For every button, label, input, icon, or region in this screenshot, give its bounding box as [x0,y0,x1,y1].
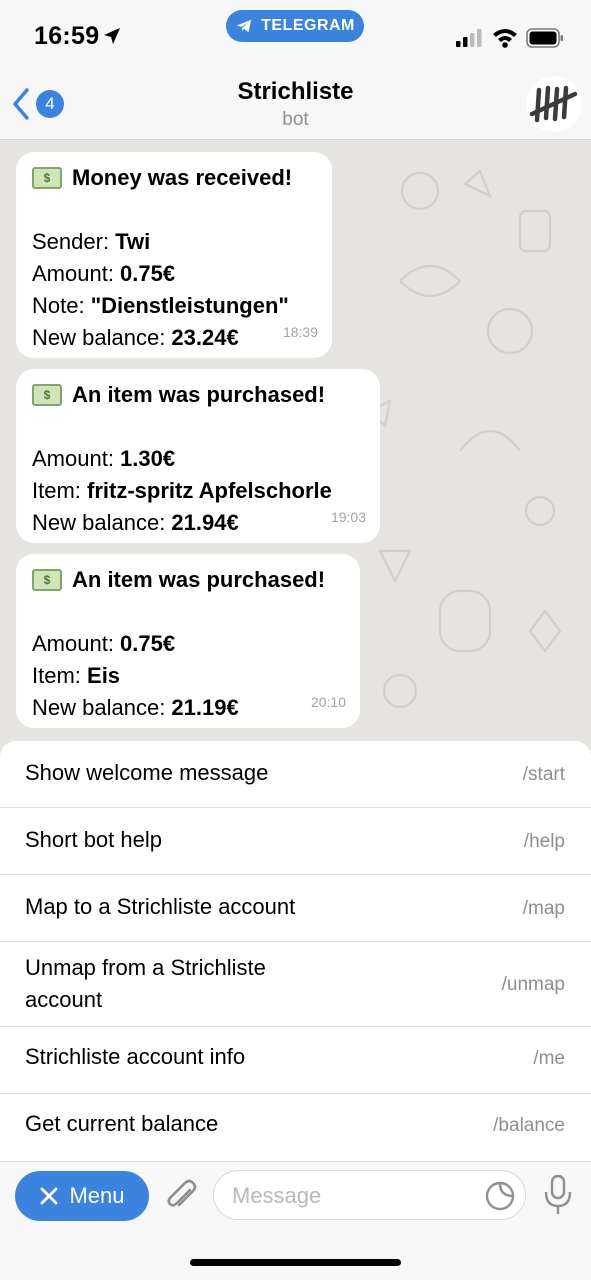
command-description: Get current balance [25,1111,219,1136]
command-name: /unmap [501,974,565,995]
signal-icon [456,29,482,47]
microphone-icon[interactable] [542,1174,574,1216]
message-input[interactable] [232,1181,472,1211]
command-item-unmap[interactable]: Unmap from a Strichliste account /unmap [0,942,591,1027]
message-line: New balance: 21.94€ [32,507,364,539]
command-name: /start [522,764,565,785]
line-label: New balance: [32,510,172,535]
line-value: 23.24€ [171,325,239,350]
line-label: Sender: [32,229,116,254]
line-label: Amount: [32,631,121,656]
line-value: 21.94€ [171,510,239,535]
message-heading: An item was purchased! [72,567,326,592]
line-value: fritz-spritz Apfelschorle [87,478,332,503]
message-line: New balance: 23.24€ [32,322,316,354]
message-line: Note: "Dienstleistungen" [32,290,316,322]
money-icon: $ [32,167,62,189]
location-arrow-icon [104,28,120,44]
menu-button[interactable]: Menu [15,1171,149,1221]
command-item-me[interactable]: Strichliste account info /me [0,1027,591,1094]
bot-command-menu: Show welcome message /start Short bot he… [0,741,591,1161]
line-value: "Dienstleistungen" [90,293,289,318]
telegram-pill[interactable]: TELEGRAM [226,10,364,42]
line-label: Item: [32,478,88,503]
command-item-start[interactable]: Show welcome message /start [0,741,591,808]
message-time: 18:39 [282,324,318,340]
line-label: Item: [32,663,88,688]
chat-subtitle: bot [282,109,309,130]
chat-title[interactable]: Strichliste [0,78,591,106]
telegram-pill-label: TELEGRAM [261,17,355,34]
battery-icon [526,28,563,48]
status-time: 16:59 [34,22,100,50]
command-description: Short bot help [25,827,162,852]
command-name: /balance [493,1115,565,1136]
message-bubble[interactable]: $ An item was purchased! Amount: 1.30€ It… [16,369,380,543]
command-item-balance[interactable]: Get current balance /balance [0,1094,591,1161]
line-label: New balance: [32,695,172,720]
message-bubble[interactable]: $ Money was received! Sender: Twi Amount:… [16,152,332,358]
message-heading: An item was purchased! [72,382,326,407]
tally-marks-avatar [529,85,578,123]
line-label: Note: [32,293,91,318]
background-pattern [368,169,562,709]
avatar[interactable] [526,76,582,132]
close-icon [41,1187,58,1205]
message-time: 20:10 [310,694,346,710]
command-name: /me [533,1048,565,1069]
message-line: Item: fritz-spritz Apfelschorle [32,475,364,507]
chat-header: 4 Strichliste bot [0,66,591,140]
line-label: Amount: [32,261,121,286]
line-value: 0.75€ [120,261,176,286]
message-line: Amount: 0.75€ [32,258,316,290]
message-time: 19:03 [330,509,366,525]
command-item-help[interactable]: Short bot help /help [0,808,591,875]
message-field[interactable] [213,1170,526,1220]
message-line: Amount: 1.30€ [32,443,364,475]
sticker-icon[interactable] [484,1180,516,1212]
message-line: Item: Eis [32,660,344,692]
command-name: /map [522,898,565,919]
message-bubble[interactable]: $ An item was purchased! Amount: 0.75€ It… [16,554,360,728]
message-line: Amount: 0.75€ [32,628,344,660]
status-bar: 16:59 TELEGRAM [0,0,591,66]
command-description: Strichliste account info [25,1044,246,1069]
message-heading: Money was received! [72,165,293,190]
line-value: Eis [87,663,121,688]
message-line: New balance: 21.19€ [32,692,344,724]
command-description: Show welcome message [25,760,269,785]
wifi-icon [493,29,517,48]
chat-background: $ Money was received! Sender: Twi Amount:… [0,141,591,751]
command-description: Map to a Strichliste account [25,894,296,919]
command-description: Unmap from a Strichliste account [25,955,266,1012]
message-line: Sender: Twi [32,226,316,258]
line-label: Amount: [32,446,121,471]
home-indicator[interactable] [190,1259,401,1266]
line-value: 21.19€ [171,695,239,720]
money-icon: $ [32,569,62,591]
line-value: 1.30€ [120,446,176,471]
line-value: Twi [115,229,151,254]
command-name: /help [523,831,565,852]
command-item-map[interactable]: Map to a Strichliste account /map [0,875,591,942]
paperclip-icon[interactable] [164,1176,198,1216]
line-value: 0.75€ [120,631,176,656]
line-label: New balance: [32,325,172,350]
money-icon: $ [32,384,62,406]
telegram-plane-icon [236,19,252,33]
menu-button-label: Menu [69,1183,125,1208]
